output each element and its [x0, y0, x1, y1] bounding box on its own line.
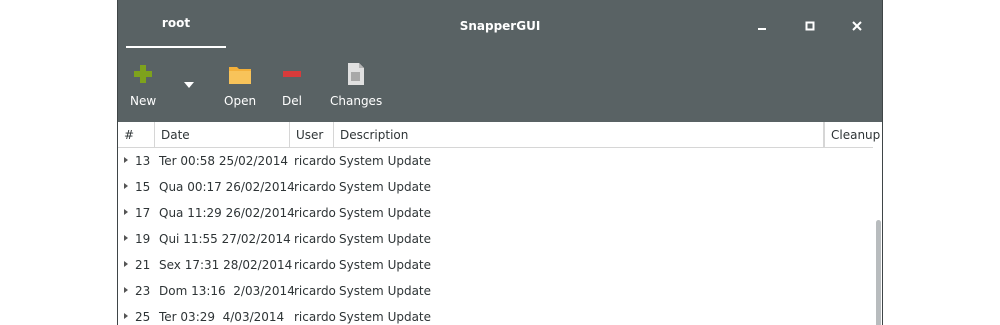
- row-date: Dom 13:16 2/03/2014: [159, 284, 295, 298]
- expander-arrow-icon[interactable]: [124, 235, 128, 241]
- table-row[interactable]: 23 Dom 13:16 2/03/2014 ricardo System Up…: [118, 278, 873, 304]
- row-description: System Update: [339, 154, 432, 168]
- column-header-number[interactable]: #: [118, 122, 155, 147]
- open-label: Open: [224, 94, 257, 108]
- expander-arrow-icon[interactable]: [124, 313, 128, 319]
- changes-button[interactable]: Changes: [330, 60, 382, 108]
- column-header-description[interactable]: Description: [334, 122, 824, 147]
- table-row[interactable]: 15 Qua 00:17 26/02/2014 ricardo System U…: [118, 174, 873, 200]
- row-number: 25: [135, 310, 151, 324]
- changes-label: Changes: [330, 94, 383, 108]
- snapper-window: root SnapperGUI New Open Del Changes # D…: [117, 0, 883, 325]
- new-label: New: [130, 94, 157, 108]
- toolbar: New Open Del Changes: [118, 52, 882, 122]
- table-row[interactable]: 19 Qui 11:55 27/02/2014 ricardo System U…: [118, 226, 873, 252]
- expander-arrow-icon[interactable]: [124, 261, 128, 267]
- row-description: System Update: [339, 310, 432, 324]
- row-user: ricardo: [294, 180, 336, 194]
- table-row[interactable]: 21 Sex 17:31 28/02/2014 ricardo System U…: [118, 252, 873, 278]
- row-date: Ter 00:58 25/02/2014: [159, 154, 288, 168]
- maximize-button[interactable]: [798, 14, 822, 38]
- row-description: System Update: [339, 180, 432, 194]
- minimize-button[interactable]: [750, 14, 774, 38]
- snapshot-table: # Date User Description Cleanup 13 Ter 0…: [118, 122, 882, 325]
- column-header-date[interactable]: Date: [155, 122, 290, 147]
- new-dropdown-button[interactable]: [182, 78, 196, 92]
- open-button[interactable]: Open: [224, 60, 256, 108]
- delete-button[interactable]: Del: [280, 60, 304, 108]
- folder-icon: [228, 60, 252, 88]
- row-number: 13: [135, 154, 151, 168]
- row-number: 19: [135, 232, 151, 246]
- new-button[interactable]: New: [130, 60, 156, 108]
- close-button[interactable]: [845, 14, 869, 38]
- row-user: ricardo: [294, 284, 336, 298]
- table-row[interactable]: 17 Qua 11:29 26/02/2014 ricardo System U…: [118, 200, 873, 226]
- table-row[interactable]: 13 Ter 00:58 25/02/2014 ricardo System U…: [118, 148, 873, 174]
- row-date: Qui 11:55 27/02/2014: [159, 232, 291, 246]
- row-number: 21: [135, 258, 151, 272]
- plus-icon: [131, 60, 155, 88]
- vertical-scrollbar[interactable]: [875, 148, 882, 325]
- row-user: ricardo: [294, 206, 336, 220]
- row-description: System Update: [339, 284, 432, 298]
- row-description: System Update: [339, 232, 432, 246]
- delete-label: Del: [282, 94, 302, 108]
- document-icon: [344, 60, 368, 88]
- row-user: ricardo: [294, 258, 336, 272]
- expander-arrow-icon[interactable]: [124, 183, 128, 189]
- row-date: Ter 03:29 4/03/2014: [159, 310, 285, 324]
- row-description: System Update: [339, 258, 432, 272]
- row-description: System Update: [339, 206, 432, 220]
- row-date: Qua 11:29 26/02/2014: [159, 206, 295, 220]
- row-date: Qua 00:17 26/02/2014: [159, 180, 295, 194]
- row-number: 23: [135, 284, 151, 298]
- row-user: ricardo: [294, 154, 336, 168]
- maximize-icon: [805, 21, 815, 31]
- close-icon: [852, 21, 862, 31]
- column-header-cleanup[interactable]: Cleanup: [824, 122, 880, 147]
- row-number: 15: [135, 180, 151, 194]
- row-number: 17: [135, 206, 151, 220]
- expander-arrow-icon[interactable]: [124, 209, 128, 215]
- row-date: Sex 17:31 28/02/2014: [159, 258, 293, 272]
- table-row[interactable]: 25 Ter 03:29 4/03/2014 ricardo System Up…: [118, 304, 873, 325]
- chevron-down-icon: [184, 82, 194, 88]
- scrollbar-thumb[interactable]: [876, 220, 881, 325]
- expander-arrow-icon[interactable]: [124, 157, 128, 163]
- table-header: # Date User Description Cleanup: [118, 122, 880, 148]
- expander-arrow-icon[interactable]: [124, 287, 128, 293]
- row-user: ricardo: [294, 310, 336, 324]
- row-user: ricardo: [294, 232, 336, 246]
- minimize-icon: [758, 28, 766, 30]
- column-header-user[interactable]: User: [290, 122, 334, 147]
- title-bar: root SnapperGUI: [118, 0, 882, 52]
- minus-icon: [280, 60, 304, 88]
- tab-root[interactable]: root: [126, 0, 226, 48]
